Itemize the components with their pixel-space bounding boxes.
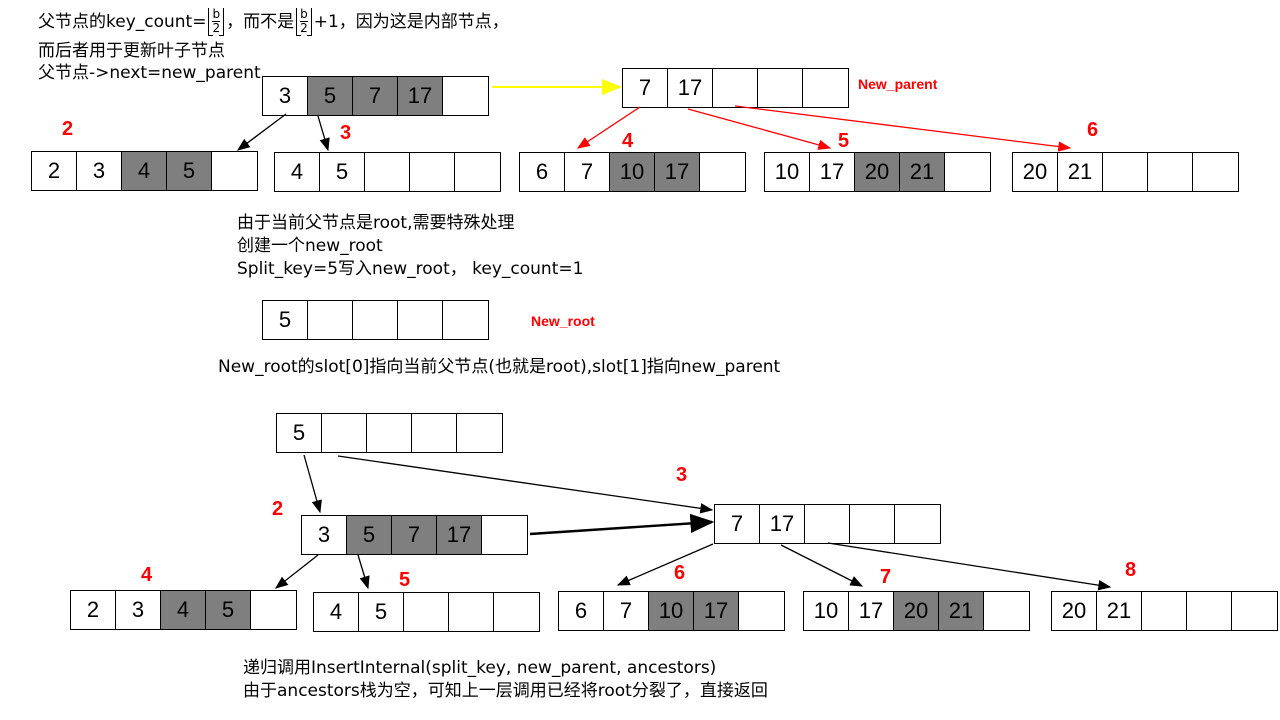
- arrow-bot-parent-to-leaf4: [274, 554, 319, 589]
- arrow-new-parent-to-leaf8-bottom: [827, 542, 1112, 591]
- arrow-root-to-new-parent: [337, 455, 714, 514]
- arrow-new-parent-to-leaf6-bottom: [616, 543, 714, 586]
- arrow-root-to-parent: [303, 454, 322, 514]
- arrow-new-parent-to-leaf6: [734, 105, 1072, 152]
- arrow-parent-to-new-parent-bottom: [529, 513, 715, 536]
- arrow-bot-parent-to-leaf5: [357, 554, 370, 590]
- arrow-new-parent-to-leaf4: [576, 106, 641, 149]
- arrow-top-parent-to-leaf3: [317, 115, 330, 152]
- arrow-top-parent-to-leaf2: [236, 113, 287, 151]
- pointer-arrows: [236, 79, 1112, 591]
- arrow-new-parent-to-leaf7-bottom: [780, 544, 864, 587]
